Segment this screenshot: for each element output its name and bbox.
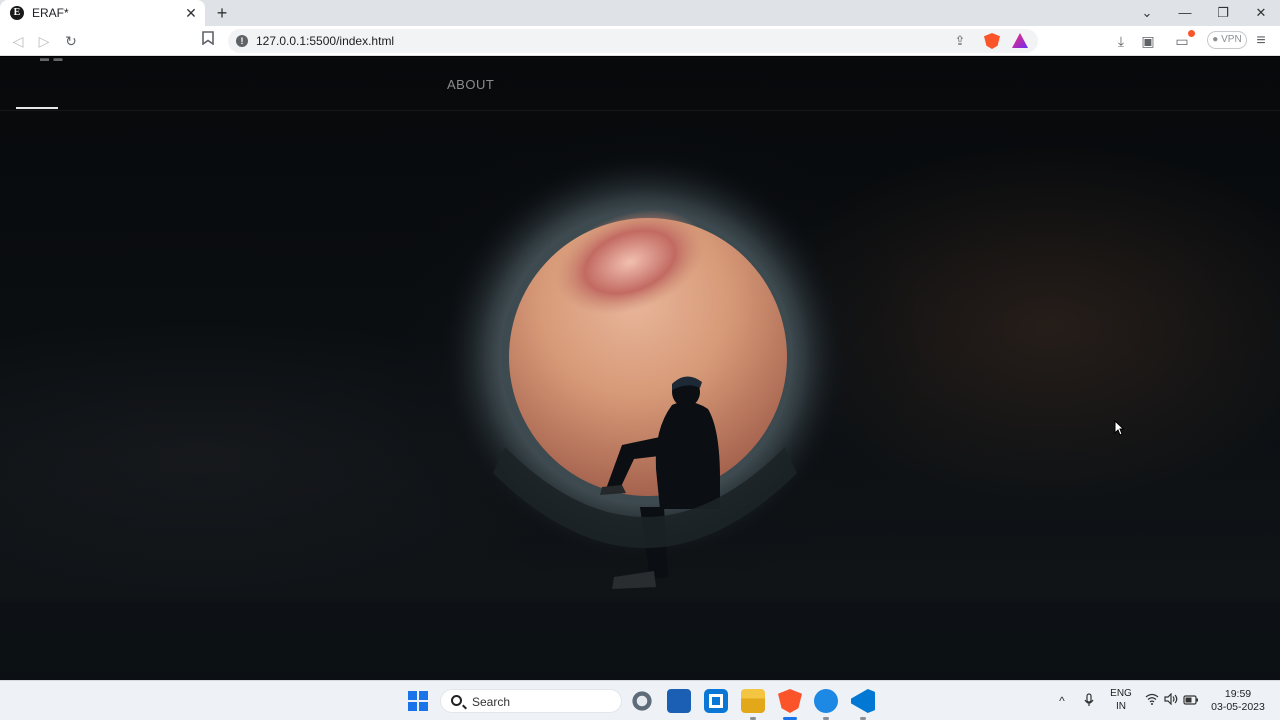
bookmark-icon[interactable]: [198, 31, 218, 51]
remote-app-icon[interactable]: [814, 689, 838, 713]
brave-browser-icon[interactable]: [778, 689, 802, 713]
taskbar-search[interactable]: Search: [440, 689, 622, 713]
outlook-icon[interactable]: [704, 689, 728, 713]
nav-active-underline: [16, 107, 58, 109]
vpn-button[interactable]: ● VPN: [1207, 31, 1247, 49]
battery-icon[interactable]: [1183, 693, 1199, 709]
window-controls: ⌄ — ❐ ✕: [1128, 0, 1280, 26]
site-logo[interactable]: ▬ ▬: [40, 57, 64, 63]
show-hidden-icons-chevron[interactable]: ^: [1054, 693, 1070, 709]
clock-time[interactable]: 19:59: [1208, 688, 1268, 700]
volume-icon[interactable]: [1163, 692, 1179, 709]
minimize-button[interactable]: —: [1166, 0, 1204, 26]
address-bar[interactable]: ! 127.0.0.1:5500/index.html ⇪: [228, 29, 1038, 53]
vpn-label: VPN: [1221, 34, 1242, 45]
wifi-icon[interactable]: [1144, 693, 1160, 709]
forward-icon[interactable]: ▷: [34, 31, 54, 51]
download-icon[interactable]: ⤓: [1111, 31, 1131, 51]
back-icon[interactable]: ◁: [8, 31, 28, 51]
close-window-button[interactable]: ✕: [1242, 0, 1280, 26]
tab-title: ERAF*: [32, 6, 69, 20]
reload-icon[interactable]: ↻: [61, 31, 81, 51]
tab-bar: E ERAF* ✕ + ⌄ — ❐ ✕: [0, 0, 1280, 26]
mouse-cursor-icon: [1114, 419, 1125, 441]
sidebar-icon[interactable]: ▣: [1138, 31, 1158, 51]
site-info-icon[interactable]: !: [236, 35, 248, 47]
settings-app-icon[interactable]: [630, 689, 654, 713]
windows-start-icon[interactable]: [408, 691, 428, 711]
windows-taskbar: Search ^ ENG IN 19:59 03-05-2023: [0, 680, 1280, 720]
web-page: ▬ ▬ ABOUT: [0, 57, 1280, 680]
share-icon[interactable]: ⇪: [950, 31, 970, 51]
wallet-notification-dot: [1188, 30, 1195, 37]
brave-rewards-icon[interactable]: [1012, 33, 1028, 48]
nav-link-about[interactable]: ABOUT: [447, 77, 494, 92]
site-nav: ▬ ▬ ABOUT: [0, 57, 1280, 111]
language-indicator-bottom[interactable]: IN: [1108, 701, 1134, 712]
language-indicator-top[interactable]: ENG: [1108, 688, 1134, 699]
file-explorer-icon[interactable]: [741, 689, 765, 713]
tab-search-dropdown-icon[interactable]: ⌄: [1128, 0, 1166, 26]
new-tab-button[interactable]: +: [212, 3, 232, 23]
url-text[interactable]: 127.0.0.1:5500/index.html: [256, 34, 394, 48]
search-icon: [451, 695, 462, 706]
brave-shields-icon[interactable]: [984, 33, 1000, 49]
browser-tab-active[interactable]: E ERAF* ✕: [0, 0, 205, 26]
search-placeholder: Search: [472, 695, 511, 709]
menu-icon[interactable]: ≡: [1251, 31, 1271, 51]
microphone-icon[interactable]: [1081, 693, 1097, 709]
close-tab-icon[interactable]: ✕: [183, 5, 199, 21]
microsoft-store-icon[interactable]: [667, 689, 691, 713]
browser-toolbar: ◁ ▷ ↻ ! 127.0.0.1:5500/index.html ⇪ ⤓ ▣ …: [0, 26, 1280, 56]
restore-button[interactable]: ❐: [1204, 0, 1242, 26]
clock-date[interactable]: 03-05-2023: [1208, 701, 1268, 713]
floor: [0, 602, 1280, 680]
vscode-icon[interactable]: [851, 689, 875, 713]
hero-image: [0, 117, 1280, 680]
site-favicon-icon: E: [10, 6, 24, 20]
